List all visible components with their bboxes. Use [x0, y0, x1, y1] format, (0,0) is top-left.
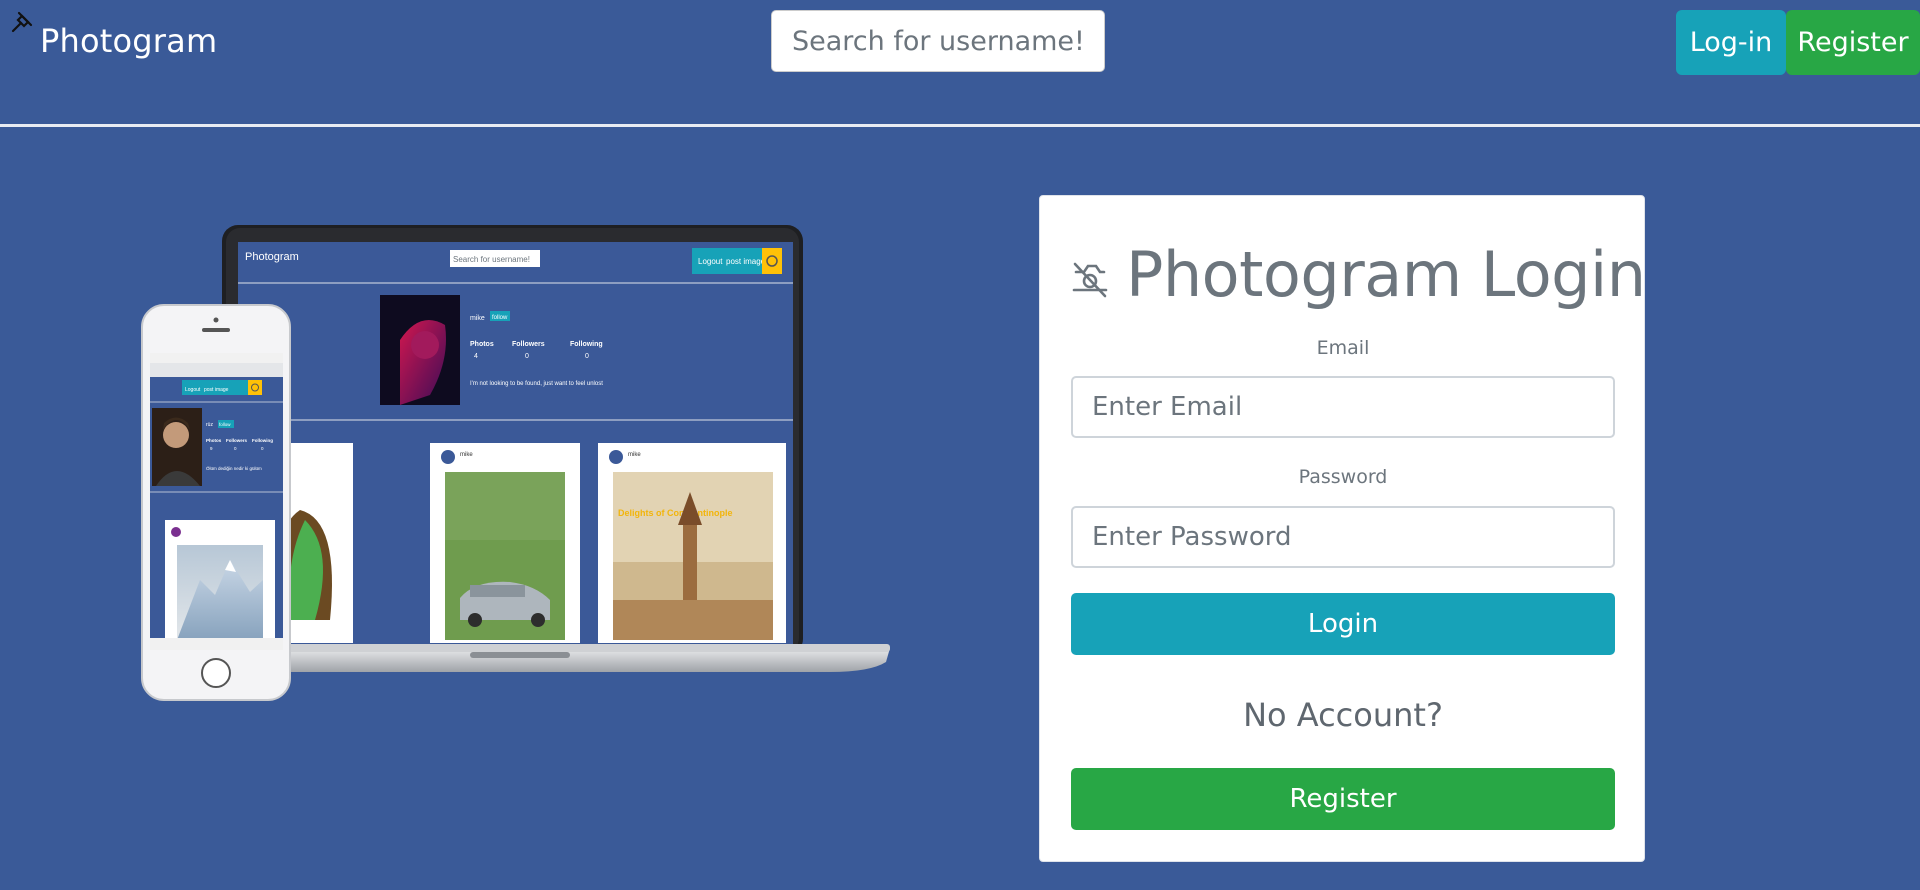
login-card: Photogram Login Email Password Login No … — [1039, 195, 1646, 862]
laptop-stat-photos-label: Photos — [470, 341, 494, 348]
navbar: Photogram Log-in Register — [0, 0, 1920, 127]
laptop-stat-photos-value: 4 — [474, 353, 478, 360]
phone-stat-followers-label: Followers — [226, 438, 248, 443]
laptop-stat-followers-label: Followers — [512, 341, 545, 348]
laptop-stat-following-value: 0 — [585, 353, 589, 360]
laptop-logout-text: Logout — [698, 257, 723, 266]
laptop-stat-following-label: Following — [570, 341, 603, 348]
phone-post-image-text: post image — [204, 387, 229, 393]
laptop-bio: I'm not looking to be found, just want t… — [470, 381, 603, 387]
brand-link[interactable]: Photogram — [10, 10, 217, 60]
register-card-button[interactable]: Register — [1071, 768, 1615, 830]
email-field[interactable] — [1071, 376, 1615, 438]
camera-off-icon — [1072, 262, 1108, 297]
laptop-username: mike — [470, 315, 485, 322]
email-label: Email — [1316, 337, 1370, 359]
laptop-post-image-text: post image — [726, 257, 766, 266]
phone-follow-text: follow — [219, 422, 231, 427]
laptop-post-caption: Delights of Constantinople — [618, 508, 733, 518]
phone: Logout post image rüz follow Photos 9 Fo… — [141, 304, 291, 701]
laptop-post-user-1: mike — [460, 452, 473, 458]
search-input[interactable] — [771, 10, 1105, 72]
phone-stat-following-label: Following — [252, 438, 273, 443]
laptop-search-text: Search for username! — [453, 255, 530, 264]
phone-logout-text: Logout — [185, 387, 201, 393]
login-button[interactable]: Log-in — [1676, 10, 1786, 75]
password-label: Password — [1298, 466, 1388, 488]
phone-stat-photos-label: Photos — [206, 438, 222, 443]
login-title: Photogram Login — [1126, 238, 1646, 311]
password-field[interactable] — [1071, 506, 1615, 568]
laptop-brand: Photogram — [245, 251, 299, 263]
laptop-post-user-2: mike — [628, 452, 641, 458]
pin-icon — [11, 11, 33, 33]
laptop-follow-text: follow — [492, 315, 508, 321]
phone-bio: Ölüm dediğin nedir ki gülüm — [206, 465, 262, 471]
laptop-stat-followers-value: 0 — [525, 353, 529, 360]
register-button[interactable]: Register — [1786, 10, 1920, 75]
login-card-title: Photogram Login — [1070, 238, 1646, 311]
no-account-text: No Account? — [1243, 696, 1443, 734]
brand-name: Photogram — [40, 22, 218, 60]
login-submit-button[interactable]: Login — [1071, 593, 1615, 655]
phone-username: rüz — [206, 422, 213, 428]
device-mockup-image: Photogram Search for username! Logout po… — [141, 225, 890, 701]
laptop: Photogram Search for username! Logout po… — [200, 225, 890, 672]
